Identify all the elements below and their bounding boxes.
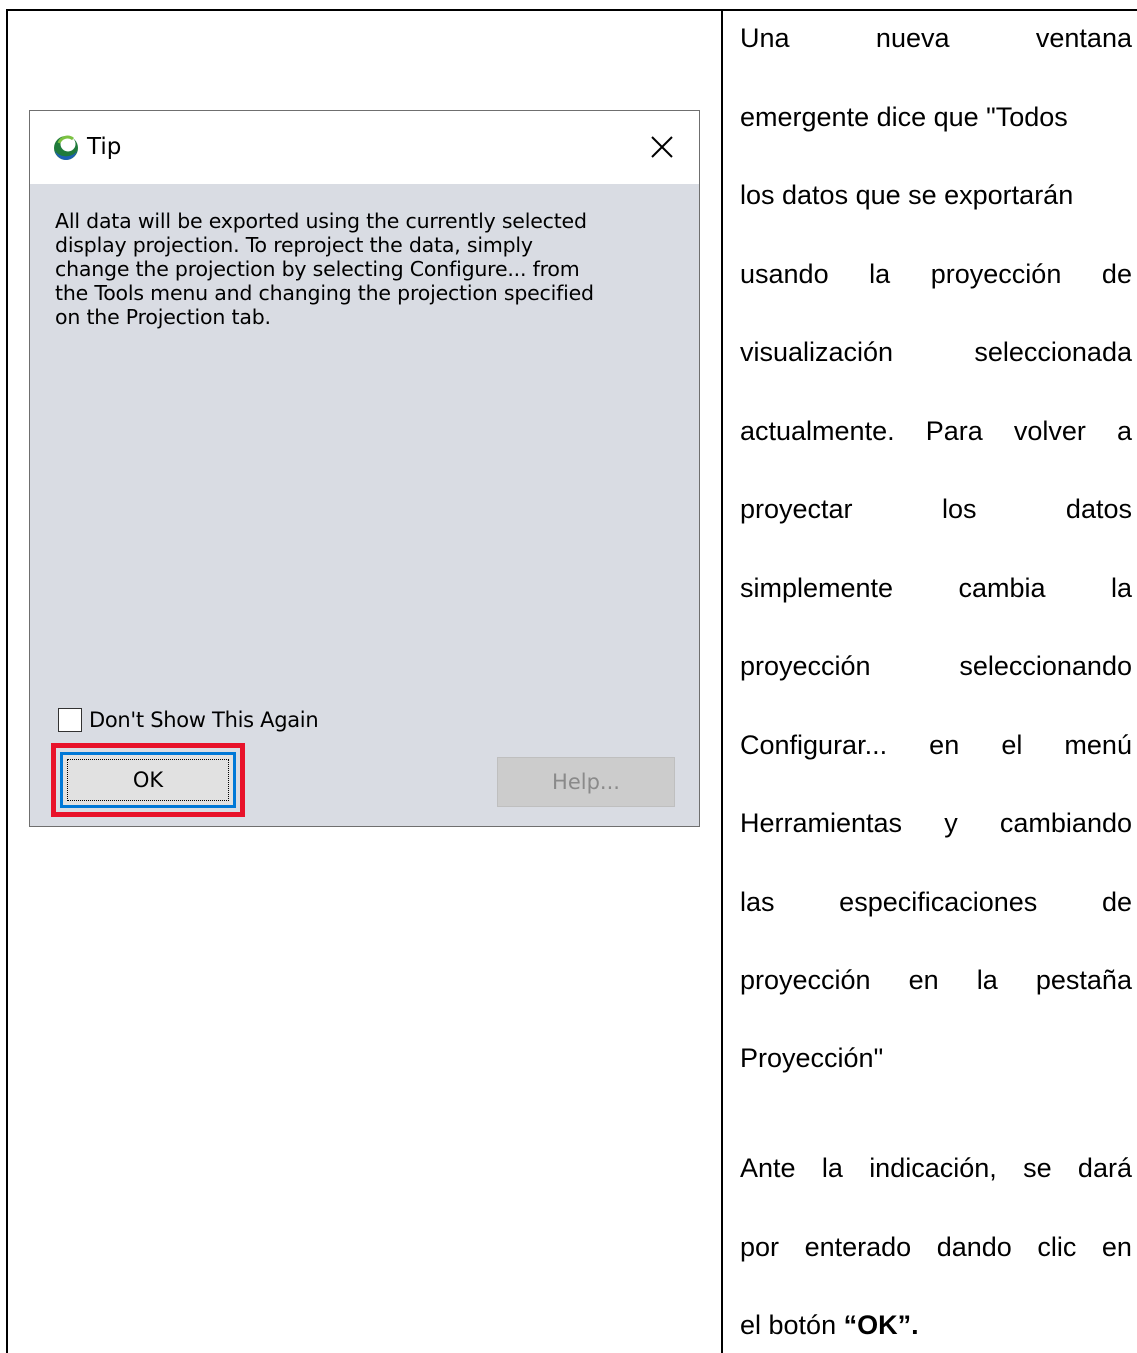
close-icon — [651, 136, 673, 158]
description-line: Ante la indicación, se dará — [740, 1148, 1132, 1188]
description-word: usando — [740, 259, 829, 289]
description-word: volver — [1013, 416, 1086, 446]
description-word: en — [908, 965, 939, 995]
description-word: seleccionando — [959, 651, 1132, 681]
description-line: proyectar los datos — [740, 489, 1132, 529]
description-line: por enterado dando clic en — [740, 1227, 1132, 1267]
description-word: los datos que se exportarán — [740, 180, 1074, 210]
message-line: the Tools menu and changing the projecti… — [55, 281, 594, 305]
description-word: proyección — [930, 259, 1062, 289]
description-word: Herramientas — [740, 808, 903, 838]
description-final-prefix: el botón — [740, 1310, 844, 1340]
description-line: visualización seleccionada — [740, 332, 1132, 372]
description-line: proyección seleccionando — [740, 646, 1132, 686]
description-word: menú — [1064, 730, 1132, 760]
description-word: simplemente — [740, 573, 894, 603]
tip-dialog: Tip All data will be exported using the … — [29, 110, 700, 827]
description-line: emergente dice que "Todos — [740, 97, 1132, 137]
dont-show-again-checkbox[interactable] — [58, 708, 82, 732]
dialog-title: Tip — [87, 134, 122, 160]
description-line: proyección en la pestaña — [740, 960, 1132, 1000]
dialog-message: All data will be exported using the curr… — [55, 209, 675, 329]
help-button-label: Help... — [552, 770, 620, 794]
ok-button[interactable]: OK — [60, 752, 236, 808]
description-word: de — [1101, 259, 1132, 289]
description-word: por — [740, 1232, 780, 1262]
message-line: All data will be exported using the curr… — [55, 209, 587, 233]
description-line: Proyección" — [740, 1038, 1132, 1078]
description-word: y — [944, 808, 958, 838]
description-word: ventana — [1035, 23, 1132, 53]
description-line: Configurar... en el menú — [740, 725, 1132, 765]
description-word: actualmente. — [740, 416, 895, 446]
description-line: los datos que se exportarán — [740, 175, 1132, 215]
dialog-titlebar[interactable]: Tip — [30, 111, 699, 184]
description-line: actualmente. Para volver a — [740, 411, 1132, 451]
description-word: la — [1110, 573, 1132, 603]
description-line: Una nueva ventana — [740, 18, 1132, 58]
description-word: Proyección" — [740, 1043, 884, 1073]
dont-show-again-row[interactable]: Don't Show This Again — [58, 705, 319, 735]
description-word: especificaciones — [839, 887, 1038, 917]
description-word: visualización — [740, 337, 894, 367]
description-word: la — [869, 259, 891, 289]
description-word: de — [1101, 887, 1132, 917]
description-line: usando la proyección de — [740, 254, 1132, 294]
close-button[interactable] — [644, 129, 680, 165]
description-word: clic — [1037, 1232, 1077, 1262]
description-word: se — [1023, 1153, 1052, 1183]
description-word: los — [941, 494, 977, 524]
description-word: pestaña — [1035, 965, 1132, 995]
description-final-bold: “OK”. — [843, 1310, 919, 1340]
description-word: las — [740, 887, 775, 917]
description-word: proyección — [740, 965, 871, 995]
description-word: emergente dice que "Todos — [740, 102, 1068, 132]
table-top-border — [6, 9, 1137, 11]
description-word: cambia — [958, 573, 1046, 603]
ok-button-label: OK — [132, 768, 164, 792]
description-word: la — [821, 1153, 843, 1183]
message-line: on the Projection tab. — [55, 305, 271, 329]
description-line: el botón “OK”. — [740, 1305, 1132, 1345]
app-logo-icon — [54, 135, 78, 160]
description-word: el — [1001, 730, 1023, 760]
description-line: Herramientas y cambiando — [740, 803, 1132, 843]
description-word: Para — [925, 416, 983, 446]
description-word: datos — [1065, 494, 1132, 524]
description-word: Ante — [740, 1153, 796, 1183]
help-button[interactable]: Help... — [497, 757, 675, 807]
dont-show-again-label[interactable]: Don't Show This Again — [89, 708, 319, 732]
description-word: dando — [936, 1232, 1012, 1262]
description-line: simplemente cambia la — [740, 568, 1132, 608]
description-word: seleccionada — [974, 337, 1132, 367]
description-word: nueva — [875, 23, 950, 53]
description-word: proyectar — [740, 494, 853, 524]
description-word: en — [929, 730, 960, 760]
message-line: display projection. To reproject the dat… — [55, 233, 533, 257]
message-line: change the projection by selecting Confi… — [55, 257, 580, 281]
description-word: a — [1116, 416, 1132, 446]
description-word: la — [976, 965, 998, 995]
description-word: indicación, — [869, 1153, 997, 1183]
description-word: Una — [740, 23, 790, 53]
table-column-divider — [721, 9, 723, 1353]
description-word: dará — [1077, 1153, 1132, 1183]
description-line: las especificaciones de — [740, 882, 1132, 922]
description-word: proyección — [740, 651, 871, 681]
description-word: cambiando — [999, 808, 1132, 838]
table-left-border — [6, 9, 8, 1353]
description-word: Configurar... — [740, 730, 888, 760]
description-word: en — [1101, 1232, 1132, 1262]
description-word: enterado — [804, 1232, 912, 1262]
